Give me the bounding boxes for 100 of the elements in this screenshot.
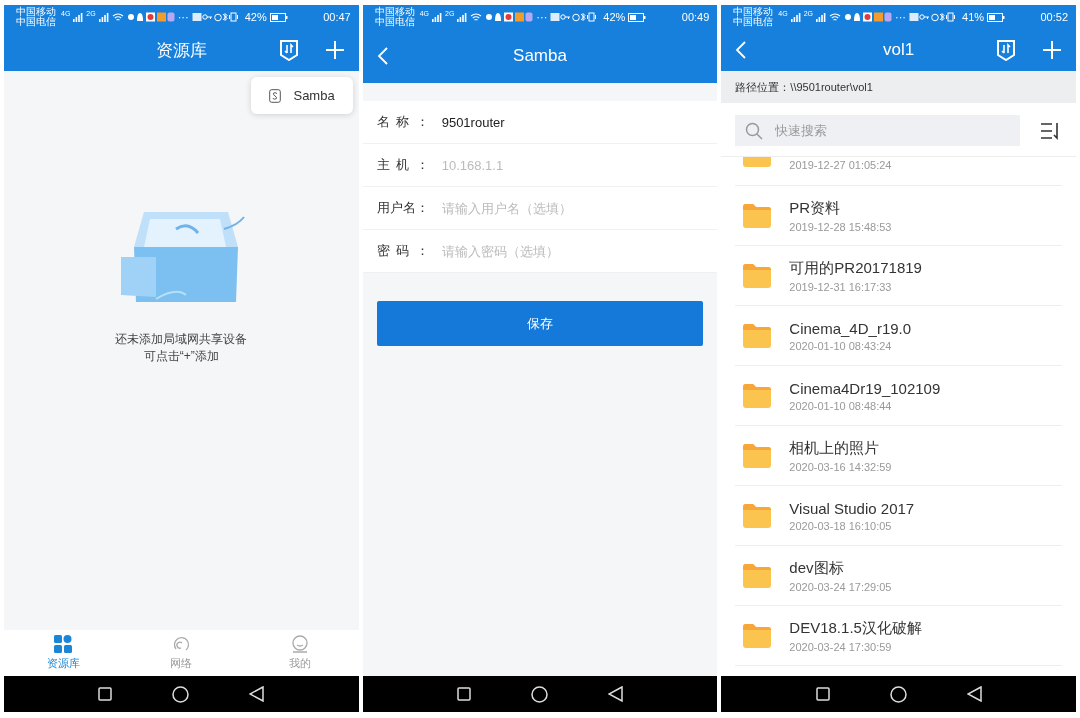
modified-date: 2020-01-10 08:48:44 [789, 399, 893, 412]
menu-label: Samba [293, 88, 335, 103]
text-input[interactable]: 请输入用户名（选填） [441, 200, 704, 216]
text-input[interactable]: 请输入密码（选填） [441, 243, 704, 259]
recents-icon[interactable] [457, 687, 471, 701]
modified-date: 2020-03-24 17:29:05 [789, 580, 892, 593]
folder-icon [743, 623, 772, 648]
field-label: 密码： [376, 242, 429, 260]
system-icons-drawing [191, 12, 240, 22]
battery-icon [628, 12, 647, 22]
shield-icon[interactable] [996, 39, 1016, 61]
folder-name: 相机上的照片 [789, 438, 881, 458]
system-icons-drawing [550, 12, 599, 22]
back-icon[interactable] [376, 47, 389, 65]
folder-icon [743, 443, 772, 468]
menu-item[interactable]: Samba [255, 77, 349, 114]
empty-message: 可点击“+”添加 [143, 348, 219, 365]
battery-percent: 41% [962, 11, 985, 23]
modified-date: 2020-03-24 17:30:59 [789, 640, 893, 653]
carrier-name: 中国移动 [16, 7, 56, 17]
shield-icon[interactable] [278, 39, 299, 61]
folder-row[interactable]: 相机上的照片 2020-03-16 14:32:59 [735, 426, 1062, 486]
modified-date: 2019-12-28 15:48:53 [789, 220, 892, 233]
battery-icon [269, 12, 288, 22]
notification-icons-drawing [485, 12, 534, 22]
system-icons-drawing [909, 12, 958, 22]
back-triangle-icon[interactable] [249, 686, 265, 702]
form-field[interactable]: 密码： 请输入密码（选填） [362, 230, 718, 273]
document-s-icon [269, 88, 282, 103]
battery-icon [987, 12, 1006, 22]
carrier-name: 中国电信 [733, 17, 774, 27]
swirl-icon [172, 635, 191, 653]
home-icon[interactable] [889, 685, 907, 703]
modified-date: 2019-12-31 16:17:33 [789, 280, 893, 293]
folder-row[interactable]: Cinema4Dr19_102109 2020-01-10 08:48:44 [735, 366, 1062, 426]
recents-icon[interactable] [815, 687, 830, 701]
text-input[interactable]: 9501router [441, 114, 704, 130]
grid-icon [54, 635, 73, 653]
wifi-icon [829, 12, 842, 22]
save-button[interactable]: 保存 [376, 301, 704, 346]
wifi-icon [470, 12, 483, 22]
more-notifications: ··· [177, 11, 189, 23]
folder-name: dev图标 [789, 558, 845, 578]
folder-row[interactable]: 可用的PR20171819 2019-12-31 16:17:33 [735, 246, 1062, 306]
modified-date: 2019-12-27 01:05:24 [789, 159, 892, 171]
back-icon[interactable] [735, 41, 748, 59]
battery-percent: 42% [603, 11, 626, 23]
path-text: 路径位置：\\9501router\vol1 [735, 79, 873, 95]
recents-icon[interactable] [98, 687, 113, 701]
nav-tab[interactable]: 资源库 [4, 630, 123, 676]
field-label: 主机： [376, 156, 429, 174]
folder-icon [743, 263, 772, 288]
folder-row[interactable]: DEV18.1.5汉化破解 2020-03-24 17:30:59 [735, 606, 1062, 666]
field-label: 名称： [376, 113, 429, 131]
form-field[interactable]: 主机： 10.168.1.1 [362, 144, 718, 187]
folder-name: Cinema_4D_r19.0 [789, 319, 912, 337]
add-icon[interactable] [324, 40, 345, 60]
folder-row[interactable]: Cinema_4D_r19.0 2020-01-10 08:43:24 [735, 306, 1062, 366]
home-icon[interactable] [531, 685, 548, 703]
form-field[interactable]: 用户名： 请输入用户名（选填） [362, 187, 718, 230]
signal-icon [432, 12, 442, 22]
back-triangle-icon[interactable] [966, 686, 982, 702]
signal-icon [73, 12, 84, 22]
home-icon[interactable] [172, 685, 190, 703]
carrier-name: 中国电信 [16, 17, 56, 27]
folder-row[interactable]: PR资料 2019-12-28 15:48:53 [735, 186, 1062, 246]
folder-icon [743, 323, 772, 348]
search-field[interactable]: 快速搜索 [735, 115, 1020, 146]
field-label: 用户名： [376, 199, 429, 217]
folder-name: 可用的PR20171819 [789, 258, 922, 278]
battery-percent: 42% [244, 11, 267, 23]
wifi-icon [111, 12, 124, 22]
modified-date: 2020-03-18 16:10:05 [789, 519, 893, 532]
form-field[interactable]: 名称： 9501router [362, 101, 718, 144]
folder-row[interactable]: dev图标 2020-03-24 17:29:05 [735, 546, 1062, 606]
signal-icon [816, 12, 827, 22]
screen-title: Samba [513, 46, 567, 66]
more-notifications: ··· [895, 11, 907, 23]
add-icon[interactable] [1042, 40, 1062, 60]
modified-date: 2020-01-10 08:43:24 [789, 339, 893, 352]
notification-icons-drawing [126, 12, 175, 22]
more-notifications: ··· [536, 11, 548, 23]
folder-icon [743, 563, 772, 588]
folder-row[interactable]: Visual Studio 2017 2020-03-18 16:10:05 [735, 486, 1062, 546]
back-triangle-icon[interactable] [608, 686, 623, 702]
carrier-name: 中国电信 [374, 17, 415, 27]
empty-message: 还未添加局域网共享设备 [115, 331, 248, 348]
folder-name: PR资料 [789, 198, 842, 218]
clock-time: 00:47 [323, 11, 351, 23]
folder-icon [743, 203, 772, 228]
signal-icon [790, 12, 801, 22]
folder-icon [743, 503, 772, 528]
signal-icon [98, 12, 109, 22]
modified-date: 2020-03-16 14:32:59 [789, 460, 892, 473]
clock-time: 00:49 [681, 11, 710, 23]
signal-icon [457, 12, 468, 22]
folder-icon [743, 383, 772, 408]
folder-name: Visual Studio 2017 [789, 499, 915, 517]
carrier-name: 中国移动 [374, 7, 415, 17]
text-input[interactable]: 10.168.1.1 [441, 157, 704, 173]
